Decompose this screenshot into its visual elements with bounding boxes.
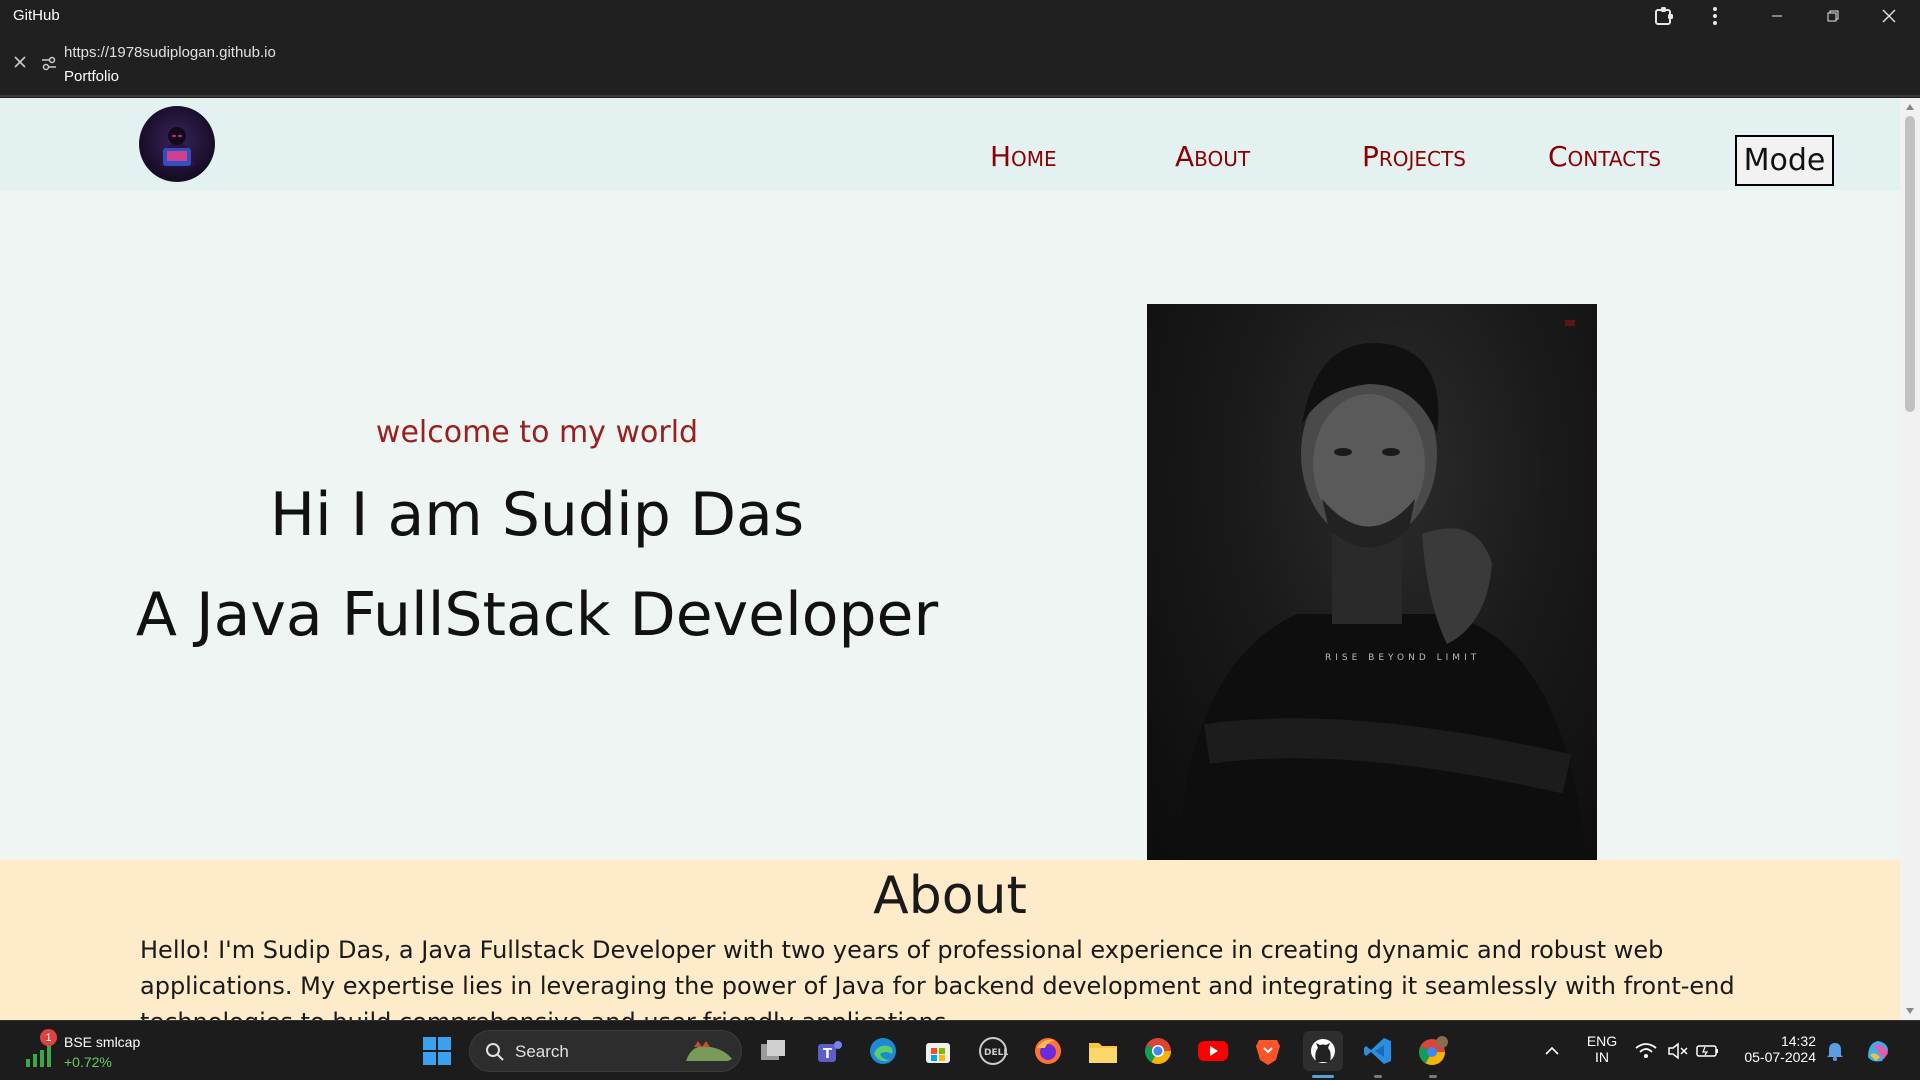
clock-date: 05-07-2024	[1744, 1049, 1816, 1065]
restore-icon[interactable]	[1811, 0, 1855, 32]
windows-start-icon[interactable]	[417, 1031, 457, 1071]
wifi-icon[interactable]	[1628, 1031, 1664, 1071]
running-app-indicator	[1374, 1075, 1382, 1078]
profile-photo: RISE BEYOND LIMIT	[1147, 304, 1597, 866]
firefox-icon[interactable]	[1028, 1031, 1068, 1071]
about-paragraph: Hello! I'm Sudip Das, a Java Fullstack D…	[140, 936, 1735, 1020]
hero-section: welcome to my world Hi I am Sudip Das A …	[0, 190, 1900, 958]
stock-change: +0.72%	[64, 1054, 112, 1070]
show-hidden-icons-chevron-up-icon[interactable]	[1532, 1031, 1572, 1071]
language-code: ENG	[1586, 1033, 1618, 1049]
youtube-icon[interactable]	[1193, 1031, 1233, 1071]
notification-badge: 1	[40, 1029, 57, 1046]
page-viewport: Home About Projects Contacts Mode welcom…	[0, 98, 1900, 1020]
search-label: Search	[515, 1042, 569, 1061]
about-title: About	[873, 866, 1027, 926]
close-window-icon[interactable]	[1867, 0, 1911, 32]
region-code: IN	[1595, 1049, 1609, 1065]
chrome-icon[interactable]	[1138, 1031, 1178, 1071]
site-logo[interactable]	[139, 106, 215, 182]
hacker-avatar-icon	[159, 127, 195, 166]
clock-time: 14:32	[1780, 1033, 1816, 1049]
chrome-profile-icon[interactable]	[1413, 1031, 1453, 1071]
svg-text:DELL: DELL	[984, 1048, 1008, 1058]
vscode-icon[interactable]	[1358, 1031, 1398, 1071]
nav-about-link[interactable]: About	[1175, 140, 1250, 173]
hero-name: Hi I am Sudip Das	[269, 480, 805, 550]
stock-widget[interactable]: 1 BSE smlcap +0.72%	[24, 1029, 154, 1073]
stock-name: BSE smlcap	[64, 1034, 141, 1050]
page-url[interactable]: https://1978sudiplogan.github.io	[64, 44, 276, 61]
page-scrollbar[interactable]	[1900, 98, 1920, 1020]
window-titlebar: GitHub	[0, 0, 1920, 32]
search-icon	[486, 1043, 504, 1061]
minimize-icon[interactable]	[1755, 0, 1799, 32]
notification-bell-icon[interactable]	[1817, 1031, 1853, 1071]
app-url-bar: https://1978sudiplogan.github.io Portfol…	[0, 32, 1920, 97]
nav-projects-link[interactable]: Projects	[1362, 140, 1466, 173]
scroll-up-icon[interactable]	[1906, 104, 1914, 110]
scrollbar-thumb[interactable]	[1905, 116, 1915, 412]
task-view-icon[interactable]	[754, 1031, 794, 1071]
running-app-indicator	[1429, 1075, 1437, 1078]
more-options-icon[interactable]	[1700, 0, 1730, 32]
welcome-text: welcome to my world	[375, 415, 699, 450]
scroll-down-icon[interactable]	[1906, 1008, 1914, 1014]
store-icon[interactable]	[918, 1031, 958, 1071]
nav-contacts-link[interactable]: Contacts	[1548, 140, 1661, 173]
teams-icon[interactable]: T	[809, 1031, 849, 1071]
github-icon[interactable]	[1303, 1031, 1343, 1071]
dell-icon[interactable]: DELL	[973, 1031, 1013, 1071]
hero-role: A Java FullStack Developer	[135, 580, 939, 650]
about-section: About Hello! I'm Sudip Das, a Java Fulls…	[0, 860, 1900, 1020]
dinosaur-icon	[686, 1041, 732, 1061]
site-navbar: Home About Projects Contacts Mode	[0, 98, 1900, 190]
taskbar-search[interactable]: Search	[469, 1030, 742, 1072]
mode-toggle-button[interactable]: Mode	[1735, 135, 1834, 186]
active-app-indicator	[1312, 1075, 1334, 1078]
brave-icon[interactable]	[1248, 1031, 1288, 1071]
battery-icon[interactable]	[1690, 1031, 1726, 1071]
copilot-icon[interactable]	[1860, 1031, 1896, 1071]
site-settings-icon[interactable]	[40, 54, 58, 72]
clock[interactable]: 14:32 05-07-2024	[1732, 1033, 1822, 1065]
edge-icon[interactable]	[863, 1031, 903, 1071]
page-title: Portfolio	[64, 68, 120, 85]
shirt-print-text: RISE BEYOND LIMIT	[1325, 653, 1480, 663]
extension-icon[interactable]	[1652, 0, 1676, 32]
svg-text:T: T	[823, 1047, 832, 1062]
window-title: GitHub	[13, 7, 60, 24]
taskbar: 1 BSE smlcap +0.72% Search T DELL ENG IN…	[0, 1020, 1920, 1080]
close-icon[interactable]	[12, 54, 30, 72]
language-indicator[interactable]: ENG IN	[1582, 1033, 1622, 1065]
nav-home-link[interactable]: Home	[990, 140, 1057, 173]
file-explorer-icon[interactable]	[1083, 1031, 1123, 1071]
stock-chart-icon	[26, 1045, 51, 1067]
